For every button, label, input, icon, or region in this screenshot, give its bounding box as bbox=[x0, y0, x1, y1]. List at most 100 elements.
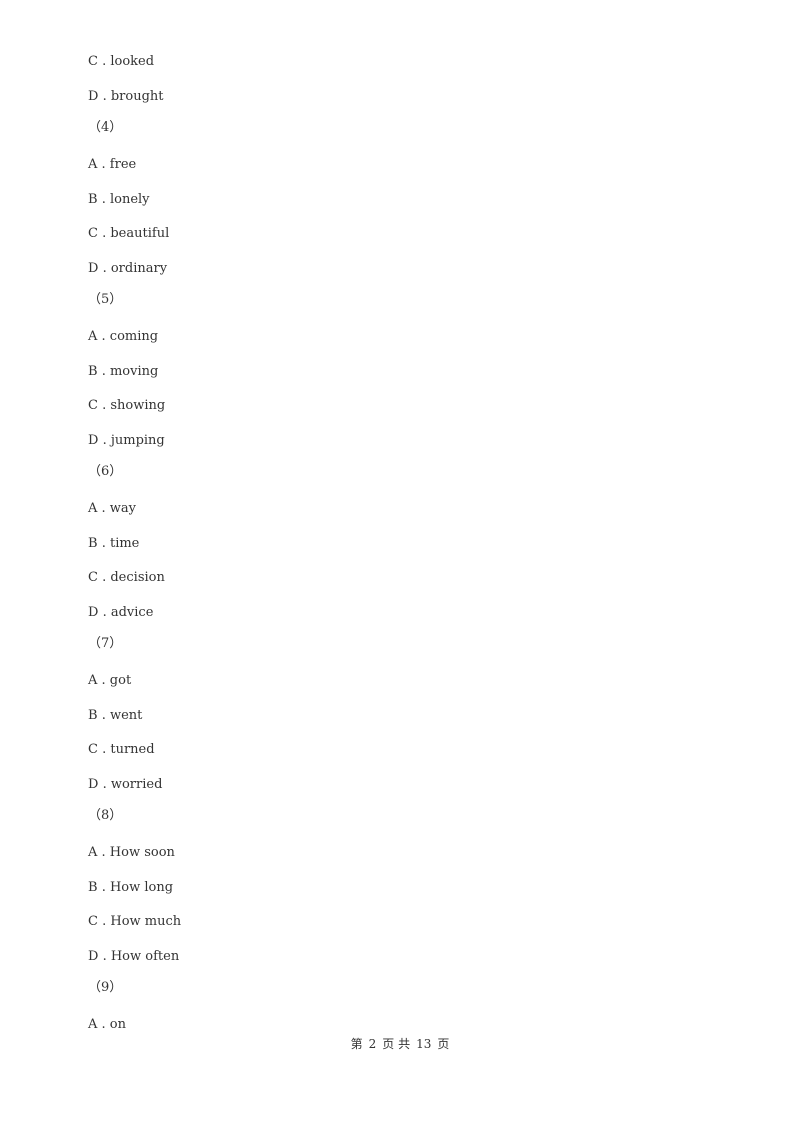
option-letter: D bbox=[88, 949, 99, 964]
question-number: （7） bbox=[88, 636, 123, 651]
option-text: time bbox=[109, 536, 140, 551]
option-text: How often bbox=[110, 949, 180, 964]
option-letter: A bbox=[88, 673, 98, 688]
answer-option: A . How soon bbox=[88, 845, 175, 861]
option-text: showing bbox=[110, 398, 166, 413]
answer-option: C . looked bbox=[88, 54, 154, 70]
answer-option: C . showing bbox=[88, 398, 165, 414]
option-letter: D bbox=[88, 605, 99, 620]
question-number: （5） bbox=[88, 292, 123, 307]
option-separator: . bbox=[97, 398, 111, 413]
option-letter: B bbox=[88, 880, 98, 895]
option-text: brought bbox=[110, 89, 164, 104]
question-number: （9） bbox=[88, 980, 123, 995]
option-letter: D bbox=[88, 89, 99, 104]
option-text: decision bbox=[110, 570, 165, 585]
question-number: （4） bbox=[88, 120, 123, 135]
option-letter: A bbox=[88, 501, 98, 516]
answer-option: B . went bbox=[88, 708, 142, 724]
option-separator: . bbox=[97, 157, 110, 172]
answer-option: C . beautiful bbox=[88, 226, 169, 242]
option-text: coming bbox=[109, 329, 159, 344]
option-separator: . bbox=[97, 364, 110, 379]
footer-total-pages: 13 bbox=[416, 1037, 432, 1051]
option-text: moving bbox=[109, 364, 159, 379]
option-letter: B bbox=[88, 192, 98, 207]
option-separator: . bbox=[98, 777, 111, 792]
option-separator: . bbox=[98, 433, 111, 448]
option-text: How much bbox=[110, 914, 182, 929]
option-separator: . bbox=[97, 880, 110, 895]
option-text: How soon bbox=[109, 845, 175, 860]
option-separator: . bbox=[98, 605, 111, 620]
option-text: way bbox=[109, 501, 137, 516]
option-separator: . bbox=[98, 89, 111, 104]
option-text: ordinary bbox=[110, 261, 168, 276]
answer-option: C . turned bbox=[88, 742, 155, 758]
footer-prefix: 第 bbox=[350, 1037, 363, 1051]
option-separator: . bbox=[98, 261, 111, 276]
answer-option: D . ordinary bbox=[88, 261, 167, 277]
option-letter: C bbox=[88, 398, 98, 413]
option-letter: C bbox=[88, 226, 98, 241]
option-letter: A bbox=[88, 157, 98, 172]
option-text: turned bbox=[110, 742, 155, 757]
option-text: looked bbox=[110, 54, 155, 69]
question-number: （8） bbox=[88, 808, 123, 823]
answer-option: B . How long bbox=[88, 880, 173, 896]
option-separator: . bbox=[97, 914, 111, 929]
option-separator: . bbox=[97, 192, 110, 207]
option-text: jumping bbox=[110, 433, 165, 448]
option-text: beautiful bbox=[110, 226, 170, 241]
question-number: （6） bbox=[88, 464, 123, 479]
option-letter: C bbox=[88, 54, 98, 69]
option-separator: . bbox=[97, 1017, 110, 1032]
option-separator: . bbox=[97, 226, 111, 241]
option-letter: A bbox=[88, 1017, 98, 1032]
option-separator: . bbox=[97, 845, 110, 860]
option-separator: . bbox=[97, 742, 111, 757]
page-footer: 第2 页 共 13 页 bbox=[0, 1035, 800, 1052]
option-letter: B bbox=[88, 708, 98, 723]
answer-option: A . got bbox=[88, 673, 131, 689]
answer-option: D . brought bbox=[88, 89, 164, 105]
footer-page-number: 2 bbox=[368, 1037, 377, 1051]
option-text: worried bbox=[110, 777, 163, 792]
option-letter: C bbox=[88, 914, 98, 929]
answer-option: A . way bbox=[88, 501, 136, 517]
option-separator: . bbox=[97, 329, 110, 344]
option-text: lonely bbox=[109, 192, 150, 207]
option-text: How long bbox=[109, 880, 174, 895]
option-letter: D bbox=[88, 433, 99, 448]
option-text: went bbox=[109, 708, 143, 723]
option-letter: D bbox=[88, 261, 99, 276]
answer-option: A . free bbox=[88, 157, 136, 173]
option-text: got bbox=[109, 673, 132, 688]
option-text: on bbox=[109, 1017, 126, 1032]
option-separator: . bbox=[97, 570, 111, 585]
answer-option: C . How much bbox=[88, 914, 181, 930]
footer-mid: 页 共 bbox=[382, 1037, 411, 1051]
answer-option: B . time bbox=[88, 536, 139, 552]
option-text: free bbox=[109, 157, 137, 172]
option-separator: . bbox=[97, 708, 110, 723]
option-letter: D bbox=[88, 777, 99, 792]
option-letter: C bbox=[88, 742, 98, 757]
option-separator: . bbox=[97, 501, 110, 516]
option-letter: C bbox=[88, 570, 98, 585]
option-letter: A bbox=[88, 845, 98, 860]
option-letter: B bbox=[88, 364, 98, 379]
option-letter: B bbox=[88, 536, 98, 551]
answer-option: A . coming bbox=[88, 329, 158, 345]
answer-option: B . lonely bbox=[88, 192, 150, 208]
option-letter: A bbox=[88, 329, 98, 344]
option-text: advice bbox=[110, 605, 154, 620]
option-separator: . bbox=[97, 673, 110, 688]
option-separator: . bbox=[97, 536, 110, 551]
option-separator: . bbox=[97, 54, 111, 69]
answer-option: D . How often bbox=[88, 949, 179, 965]
answer-option: D . advice bbox=[88, 605, 153, 621]
answer-option: D . worried bbox=[88, 777, 162, 793]
answer-option: B . moving bbox=[88, 364, 158, 380]
answer-option: D . jumping bbox=[88, 433, 165, 449]
